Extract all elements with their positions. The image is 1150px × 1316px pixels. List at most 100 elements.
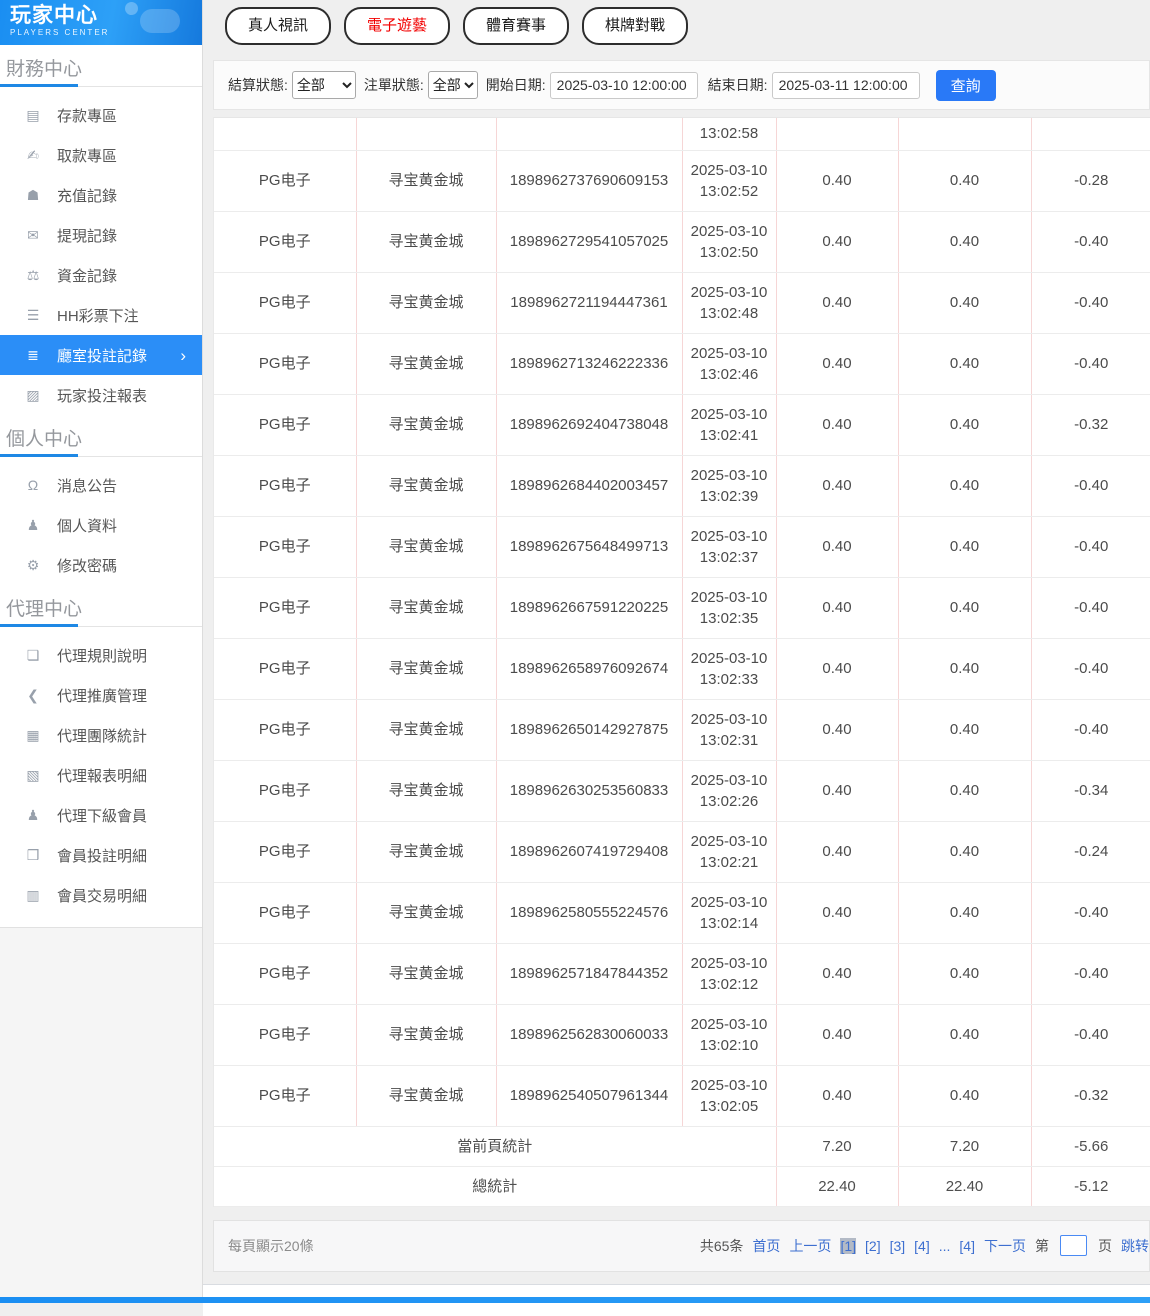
table-row: PG电子 寻宝黄金城 1898962607419729408 2025-03-10 13… bbox=[214, 821, 1150, 883]
sidebar-item[interactable]: ☗ 充值記錄 bbox=[0, 175, 202, 215]
cell-order-id: 1898962650142927875 bbox=[496, 699, 683, 761]
sidebar-item[interactable]: ≣ 廳室投註記錄 › bbox=[0, 335, 202, 375]
page-link[interactable]: [3] bbox=[890, 1238, 906, 1254]
cell-empty bbox=[496, 118, 683, 151]
cell-net-amount: -0.40 bbox=[1031, 638, 1150, 700]
sidebar-item[interactable]: ▨ 玩家投注報表 bbox=[0, 375, 202, 415]
order-status-label: 注單狀態: bbox=[363, 77, 424, 93]
sidebar-item[interactable]: ❏ 代理規則說明 bbox=[0, 635, 202, 675]
cell-valid-amount: 0.40 bbox=[898, 150, 1032, 212]
agent-report-detail-icon: ▧ bbox=[26, 766, 40, 783]
sidebar-item[interactable]: ▧ 代理報表明細 bbox=[0, 755, 202, 795]
cell-provider: PG电子 bbox=[214, 882, 357, 944]
cell-order-id: 1898962562830060033 bbox=[496, 1004, 683, 1066]
tab-棋牌對戰[interactable]: 棋牌對戰 bbox=[582, 7, 689, 45]
sidebar-item-label: 充值記錄 bbox=[57, 187, 118, 205]
settle-status-select[interactable]: 全部 bbox=[291, 71, 356, 99]
prev-page-link[interactable]: 上一页 bbox=[789, 1236, 831, 1256]
jump-suffix: 页 bbox=[1098, 1237, 1112, 1254]
gear-icon: ⚙ bbox=[26, 556, 40, 573]
cell-valid-amount: 0.40 bbox=[898, 638, 1032, 700]
sidebar-item[interactable]: ⚙ 修改密碼 bbox=[0, 545, 202, 585]
cell-bet-amount: 0.40 bbox=[776, 577, 899, 639]
jump-button[interactable]: 跳转 bbox=[1121, 1236, 1149, 1256]
page-link[interactable]: [4] bbox=[959, 1238, 975, 1254]
sidebar-item-label: 廳室投註記錄 bbox=[57, 347, 148, 365]
sidebar-item[interactable]: ❒ 會員投註明細 bbox=[0, 835, 202, 875]
tab-體育賽事[interactable]: 體育賽事 bbox=[463, 7, 570, 45]
end-date-input[interactable] bbox=[771, 71, 920, 99]
total-summary-bet: 22.40 bbox=[776, 1166, 899, 1207]
sidebar-item[interactable]: Ω 消息公告 bbox=[0, 465, 202, 505]
cell-valid-amount: 0.40 bbox=[898, 394, 1032, 456]
cell-bet-amount: 0.40 bbox=[776, 272, 899, 334]
cell-bet-amount: 0.40 bbox=[776, 943, 899, 1005]
page-link-current[interactable]: [1] bbox=[840, 1237, 857, 1254]
cell-time: 13:02:58 bbox=[682, 118, 777, 151]
tab-電子遊藝[interactable]: 電子遊藝 bbox=[344, 7, 451, 45]
table-row: PG电子 寻宝黄金城 1898962692404738048 2025-03-10 13… bbox=[214, 394, 1150, 456]
page-size-text: 每頁顯示20條 bbox=[228, 1237, 314, 1254]
table-row: PG电子 寻宝黄金城 1898962713246222336 2025-03-10 13… bbox=[214, 333, 1150, 395]
first-page-link[interactable]: 首页 bbox=[752, 1236, 780, 1256]
cell-provider: PG电子 bbox=[214, 516, 357, 578]
tab-真人視訊[interactable]: 真人視訊 bbox=[225, 7, 332, 45]
cell-bet-amount: 0.40 bbox=[776, 821, 899, 883]
cell-net-amount: -0.40 bbox=[1031, 699, 1150, 761]
sidebar-item[interactable]: ✍ 取款專區 bbox=[0, 135, 202, 175]
cell-net-amount: -0.40 bbox=[1031, 333, 1150, 395]
lottery-bet-icon: ☰ bbox=[26, 306, 40, 323]
cell-provider: PG电子 bbox=[214, 333, 357, 395]
cell-net-amount: -0.34 bbox=[1031, 760, 1150, 822]
recharge-record-icon: ☗ bbox=[26, 186, 40, 203]
page-link[interactable]: ... bbox=[939, 1238, 951, 1254]
member-bet-detail-icon: ❒ bbox=[26, 846, 40, 863]
cell-valid-amount: 0.40 bbox=[898, 333, 1032, 395]
sidebar-item-label: HH彩票下注 bbox=[57, 307, 139, 325]
page-link[interactable]: [2] bbox=[865, 1238, 881, 1254]
settle-status-label: 結算狀態: bbox=[228, 77, 288, 93]
sidebar-item-label: 資金記錄 bbox=[57, 267, 118, 285]
order-status-select[interactable]: 全部 bbox=[427, 71, 478, 99]
cell-net-amount: -0.40 bbox=[1031, 1004, 1150, 1066]
cell-datetime: 2025-03-10 13:02:37 bbox=[682, 516, 777, 578]
sidebar-item[interactable]: ♟ 個人資料 bbox=[0, 505, 202, 545]
next-page-link[interactable]: 下一页 bbox=[984, 1236, 1026, 1256]
cell-game: 寻宝黄金城 bbox=[356, 882, 497, 944]
cell-game: 寻宝黄金城 bbox=[356, 638, 497, 700]
sidebar-item-label: 修改密碼 bbox=[57, 557, 118, 575]
cell-valid-amount: 0.40 bbox=[898, 760, 1032, 822]
cell-datetime: 2025-03-10 13:02:31 bbox=[682, 699, 777, 761]
sidebar-item[interactable]: ⚖ 資金記錄 bbox=[0, 255, 202, 295]
cell-game: 寻宝黄金城 bbox=[356, 760, 497, 822]
agent-promo-icon: ❮ bbox=[27, 686, 39, 703]
cell-bet-amount: 0.40 bbox=[776, 333, 899, 395]
sidebar-item[interactable]: ▦ 代理團隊統計 bbox=[0, 715, 202, 755]
sidebar-item-label: 會員投註明細 bbox=[57, 847, 148, 865]
sidebar-item[interactable]: ♟ 代理下級會員 bbox=[0, 795, 202, 835]
table-row: PG电子 寻宝黄金城 1898962571847844352 2025-03-10 13… bbox=[214, 943, 1150, 1005]
start-date-input[interactable] bbox=[549, 71, 698, 99]
sidebar-item-label: 取款專區 bbox=[57, 147, 118, 165]
cell-valid-amount: 0.40 bbox=[898, 699, 1032, 761]
sidebar-item[interactable]: ▤ 存款專區 bbox=[0, 95, 202, 135]
page-link[interactable]: [4] bbox=[914, 1238, 930, 1254]
cell-provider: PG电子 bbox=[214, 150, 357, 212]
section-divider bbox=[0, 453, 202, 457]
sidebar-item[interactable]: ☰ HH彩票下注 bbox=[0, 295, 202, 335]
agent-rules-icon: ❏ bbox=[26, 646, 40, 663]
cell-game: 寻宝黄金城 bbox=[356, 211, 497, 273]
cell-provider: PG电子 bbox=[214, 394, 357, 456]
search-button[interactable]: 查詢 bbox=[935, 69, 996, 101]
sidebar-item[interactable]: ❮ 代理推廣管理 bbox=[0, 675, 202, 715]
cell-bet-amount: 0.40 bbox=[776, 455, 899, 517]
cell-datetime: 2025-03-10 13:02:41 bbox=[682, 394, 777, 456]
jump-page-input[interactable] bbox=[1060, 1235, 1087, 1256]
cell-net-amount: -0.40 bbox=[1031, 882, 1150, 944]
cell-game: 寻宝黄金城 bbox=[356, 272, 497, 334]
sidebar-item[interactable]: ▥ 會員交易明細 bbox=[0, 875, 202, 915]
cell-net-amount: -0.40 bbox=[1031, 577, 1150, 639]
sidebar-item[interactable]: ✉ 提現記錄 bbox=[0, 215, 202, 255]
cell-valid-amount: 0.40 bbox=[898, 211, 1032, 273]
